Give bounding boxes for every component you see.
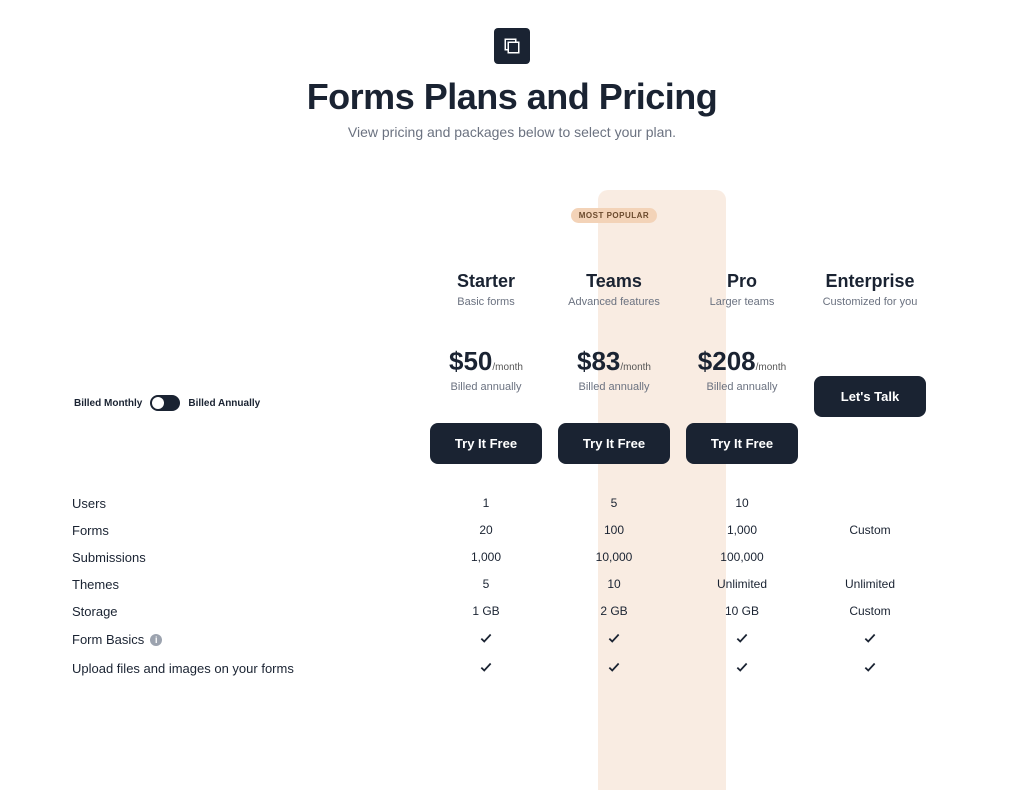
feature-value: 1 [422,490,550,517]
check-icon [607,631,621,648]
feature-value [550,625,678,654]
feature-label: Submissions [70,544,422,571]
feature-value [678,654,806,683]
plan-name: Teams [554,271,674,292]
try-free-button[interactable]: Try It Free [558,423,670,464]
feature-label: Form Basicsi [70,625,422,654]
feature-value: Custom [806,517,934,544]
feature-value [422,654,550,683]
page-subtitle: View pricing and packages below to selec… [70,124,954,140]
plan-price-note: Billed annually [682,381,802,393]
feature-label: Users [70,490,422,517]
feature-value: 5 [550,490,678,517]
feature-value: 10,000 [550,544,678,571]
feature-value: 10 [550,571,678,598]
plan-desc: Larger teams [682,296,802,308]
feature-value: Custom [806,598,934,625]
feature-value: 5 [422,571,550,598]
check-icon [479,660,493,677]
check-icon [735,660,749,677]
plan-desc: Advanced features [554,296,674,308]
plan-price: $83 [577,346,620,376]
feature-value: Unlimited [806,571,934,598]
check-icon [863,660,877,677]
feature-value [806,490,934,517]
feature-value: Unlimited [678,571,806,598]
try-free-button[interactable]: Try It Free [686,423,798,464]
lets-talk-button[interactable]: Let's Talk [814,376,926,417]
feature-label: Storage [70,598,422,625]
check-icon [479,631,493,648]
feature-value: 100 [550,517,678,544]
feature-value [422,625,550,654]
plan-enterprise: Enterprise Customized for you Let's Talk [806,229,934,490]
billing-monthly-label: Billed Monthly [74,398,142,409]
billing-annually-label: Billed Annually [188,398,260,409]
page-title: Forms Plans and Pricing [70,76,954,118]
check-icon [607,660,621,677]
feature-value [806,544,934,571]
feature-value [550,654,678,683]
pricing-grid: MOST POPULAR Billed Monthly Billed Annua… [70,190,954,683]
feature-label: Forms [70,517,422,544]
plan-price-unit: /month [492,362,523,373]
logo-icon [494,28,530,64]
feature-value: 1 GB [422,598,550,625]
plan-desc: Basic forms [426,296,546,308]
feature-value: 1,000 [678,517,806,544]
plan-price: $208 [698,346,756,376]
plan-starter: Starter Basic forms $50/month Billed ann… [422,229,550,490]
billing-toggle[interactable]: Billed Monthly Billed Annually [74,395,418,411]
plan-price-unit: /month [756,362,787,373]
plan-desc: Customized for you [810,296,930,308]
feature-value [806,654,934,683]
feature-value: 1,000 [422,544,550,571]
feature-label: Themes [70,571,422,598]
feature-value: 10 [678,490,806,517]
feature-value [806,625,934,654]
plan-name: Pro [682,271,802,292]
feature-value: 20 [422,517,550,544]
check-icon [863,631,877,648]
plan-price-note: Billed annually [554,381,674,393]
feature-value: 2 GB [550,598,678,625]
plan-price-unit: /month [620,362,651,373]
plan-teams: Teams Advanced features $83/month Billed… [550,229,678,490]
plan-pro: Pro Larger teams $208/month Billed annua… [678,229,806,490]
toggle-switch[interactable] [150,395,180,411]
feature-value: 100,000 [678,544,806,571]
check-icon [735,631,749,648]
feature-label: Upload files and images on your forms [70,654,422,683]
feature-value: 10 GB [678,598,806,625]
feature-value [678,625,806,654]
plan-price-note: Billed annually [426,381,546,393]
plan-name: Starter [426,271,546,292]
info-icon[interactable]: i [150,634,162,646]
popular-badge: MOST POPULAR [571,208,657,223]
plan-price: $50 [449,346,492,376]
try-free-button[interactable]: Try It Free [430,423,542,464]
plan-name: Enterprise [810,271,930,292]
